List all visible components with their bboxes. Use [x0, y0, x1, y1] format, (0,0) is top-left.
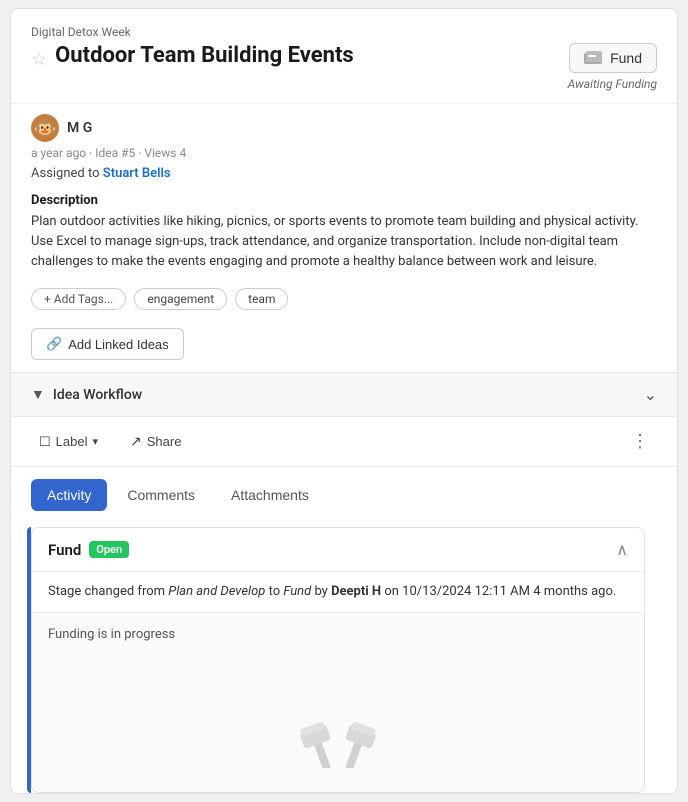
tab-comments[interactable]: Comments [111, 479, 211, 511]
stage-to: Fund [283, 584, 311, 599]
linked-ideas-label: Add Linked Ideas [68, 337, 168, 352]
assigned-link[interactable]: Stuart Bells [103, 166, 171, 181]
activity-card-wrapper: Fund Open ∧ Stage changed from Plan and … [27, 527, 661, 793]
share-icon: ↗ [130, 433, 142, 450]
stage-change-text: Stage changed from Plan and Develop to F… [48, 582, 628, 602]
activity-card-body: Stage changed from Plan and Develop to F… [32, 572, 644, 613]
star-icon[interactable]: ☆ [31, 49, 47, 70]
author-name: M G [67, 120, 92, 136]
changed-date: on 10/13/2024 12:11 AM 4 months ago. [384, 584, 616, 599]
more-options-button[interactable]: ⋮ [623, 427, 657, 456]
open-badge: Open [89, 541, 129, 558]
fund-icon [584, 51, 604, 65]
avatar: 🐵 [31, 114, 59, 142]
under-construction-icon-area [48, 658, 628, 778]
workflow-label: Idea Workflow [53, 387, 142, 403]
activity-card: Fund Open ∧ Stage changed from Plan and … [31, 527, 645, 793]
description-title: Description [31, 193, 657, 208]
construction-icon [278, 678, 398, 768]
tab-activity[interactable]: Activity [31, 479, 107, 511]
meta-info: a year ago · Idea #5 · Views 4 [31, 146, 657, 160]
changed-by: Deepti H [331, 584, 381, 599]
awaiting-funding-label: Awaiting Funding [568, 77, 657, 91]
activity-note: Funding is in progress [32, 613, 644, 792]
fund-area: Fund Awaiting Funding [568, 43, 657, 91]
linked-ideas-section: 🔗 Add Linked Ideas [11, 324, 677, 372]
tag-team[interactable]: team [235, 288, 288, 310]
filter-icon: ▼ [31, 386, 45, 403]
tab-attachments[interactable]: Attachments [215, 479, 325, 511]
avatar-emoji: 🐵 [33, 118, 58, 138]
assigned-prefix: Assigned to [31, 166, 100, 181]
collapse-icon[interactable]: ∧ [616, 540, 628, 559]
description-text: Plan outdoor activities like hiking, pic… [31, 212, 657, 272]
left-accent [27, 527, 31, 793]
workflow-left: ▼ Idea Workflow [31, 386, 142, 403]
category-label: Digital Detox Week [31, 25, 657, 39]
activity-card-header-left: Fund Open [48, 541, 129, 559]
label-button-text: Label [56, 434, 88, 449]
label-checkbox-icon: ☐ [39, 434, 51, 450]
add-tags-button[interactable]: + Add Tags... [31, 288, 126, 310]
fund-button-label: Fund [610, 50, 642, 66]
activity-card-header: Fund Open ∧ [32, 528, 644, 572]
page-title: Outdoor Team Building Events [55, 43, 551, 69]
label-button[interactable]: ☐ Label ▾ [31, 430, 106, 454]
link-icon: 🔗 [46, 336, 62, 352]
workflow-chevron-icon: ⌄ [644, 385, 657, 404]
activity-section: Fund Open ∧ Stage changed from Plan and … [11, 511, 677, 793]
workflow-section[interactable]: ▼ Idea Workflow ⌄ [11, 372, 677, 417]
note-text: Funding is in progress [48, 627, 628, 642]
share-button[interactable]: ↗ Share [122, 429, 189, 454]
label-chevron-icon: ▾ [92, 435, 98, 448]
action-bar: ☐ Label ▾ ↗ Share ⋮ [11, 417, 677, 467]
tag-engagement[interactable]: engagement [134, 288, 227, 310]
assigned-row: Assigned to Stuart Bells [31, 166, 657, 181]
tabs-section: Activity Comments Attachments [11, 467, 677, 511]
stage-from: Plan and Develop [168, 584, 265, 599]
tags-section: + Add Tags... engagement team [11, 284, 677, 324]
fund-button[interactable]: Fund [569, 43, 657, 73]
share-button-text: Share [147, 434, 182, 449]
activity-card-title: Fund [48, 541, 81, 559]
linked-ideas-button[interactable]: 🔗 Add Linked Ideas [31, 328, 184, 360]
